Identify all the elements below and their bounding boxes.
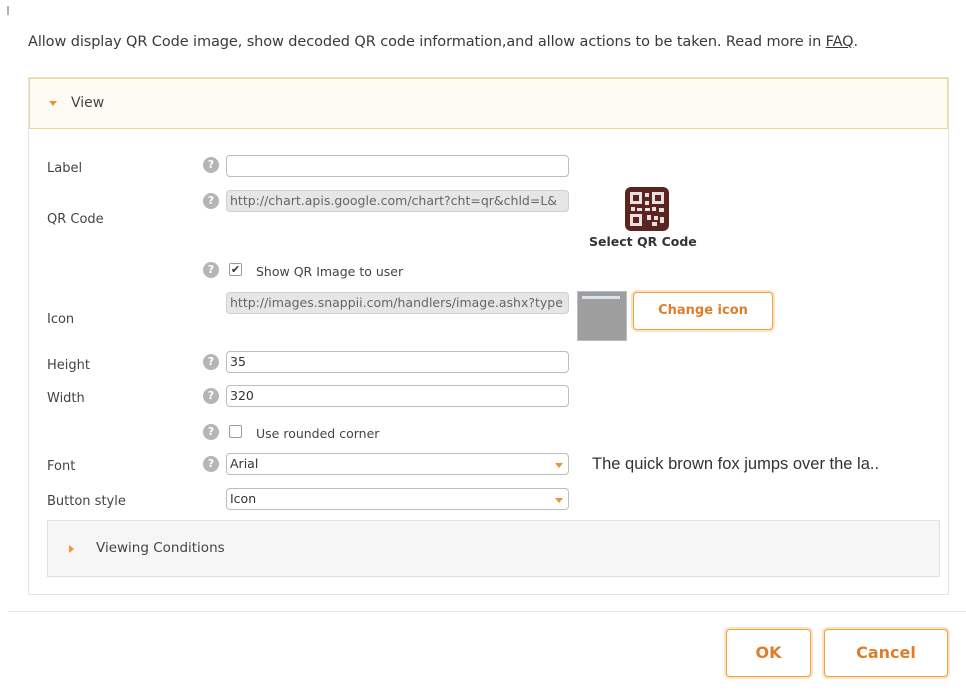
intro-suffix: .: [853, 34, 858, 50]
qr-code-field-label: QR Code: [47, 212, 104, 227]
help-icon[interactable]: ?: [203, 424, 219, 440]
help-icon[interactable]: ?: [203, 388, 219, 404]
font-preview-text: The quick brown fox jumps over the la..: [592, 455, 880, 473]
footer-divider: [8, 611, 966, 612]
label-field-label: Label: [47, 161, 83, 176]
caret-down-icon: [49, 101, 57, 106]
button-style-select[interactable]: Icon: [226, 488, 569, 510]
show-qr-checkbox[interactable]: ✔: [229, 263, 242, 276]
icon-preview: [577, 291, 627, 341]
intro-text: Allow display QR Code image, show decode…: [28, 34, 858, 50]
font-field-label: Font: [47, 459, 76, 474]
icon-url-input[interactable]: http://images.snappii.com/handlers/image…: [226, 292, 569, 314]
button-style-select-value: Icon: [230, 491, 257, 506]
qr-code-icon[interactable]: [625, 187, 669, 231]
width-field-label: Width: [47, 391, 85, 406]
help-icon[interactable]: ?: [203, 456, 219, 472]
select-qr-code-button[interactable]: Select QR Code: [589, 234, 697, 249]
chevron-down-icon: [555, 463, 563, 468]
help-icon[interactable]: ?: [203, 262, 219, 278]
width-input[interactable]: 320: [226, 385, 569, 407]
qr-code-url-input[interactable]: http://chart.apis.google.com/chart?cht=q…: [226, 190, 569, 212]
rounded-corner-label: Use rounded corner: [256, 426, 380, 441]
rounded-corner-checkbox[interactable]: [229, 425, 242, 438]
cancel-button[interactable]: Cancel: [824, 629, 948, 677]
view-section-title: View: [71, 95, 105, 111]
help-icon[interactable]: ?: [203, 157, 219, 173]
button-style-field-label: Button style: [47, 494, 126, 509]
height-field-label: Height: [47, 358, 90, 373]
chevron-down-icon: [555, 498, 563, 503]
font-select[interactable]: Arial: [226, 453, 569, 475]
caret-right-icon: [69, 545, 74, 553]
icon-field-label: Icon: [47, 312, 75, 327]
height-input[interactable]: 35: [226, 351, 569, 373]
label-input[interactable]: [226, 155, 569, 177]
corner-mark: [7, 6, 9, 15]
viewing-conditions-title: Viewing Conditions: [96, 540, 225, 556]
font-select-value: Arial: [230, 456, 259, 471]
help-icon[interactable]: ?: [203, 354, 219, 370]
help-icon[interactable]: ?: [203, 193, 219, 209]
viewing-conditions-section[interactable]: Viewing Conditions: [47, 520, 940, 577]
ok-button[interactable]: OK: [726, 629, 811, 677]
intro-description: Allow display QR Code image, show decode…: [28, 34, 826, 50]
change-icon-button[interactable]: Change icon: [633, 292, 773, 330]
faq-link[interactable]: FAQ: [826, 34, 854, 50]
view-section-header[interactable]: View: [29, 78, 948, 129]
show-qr-label: Show QR Image to user: [256, 264, 404, 279]
